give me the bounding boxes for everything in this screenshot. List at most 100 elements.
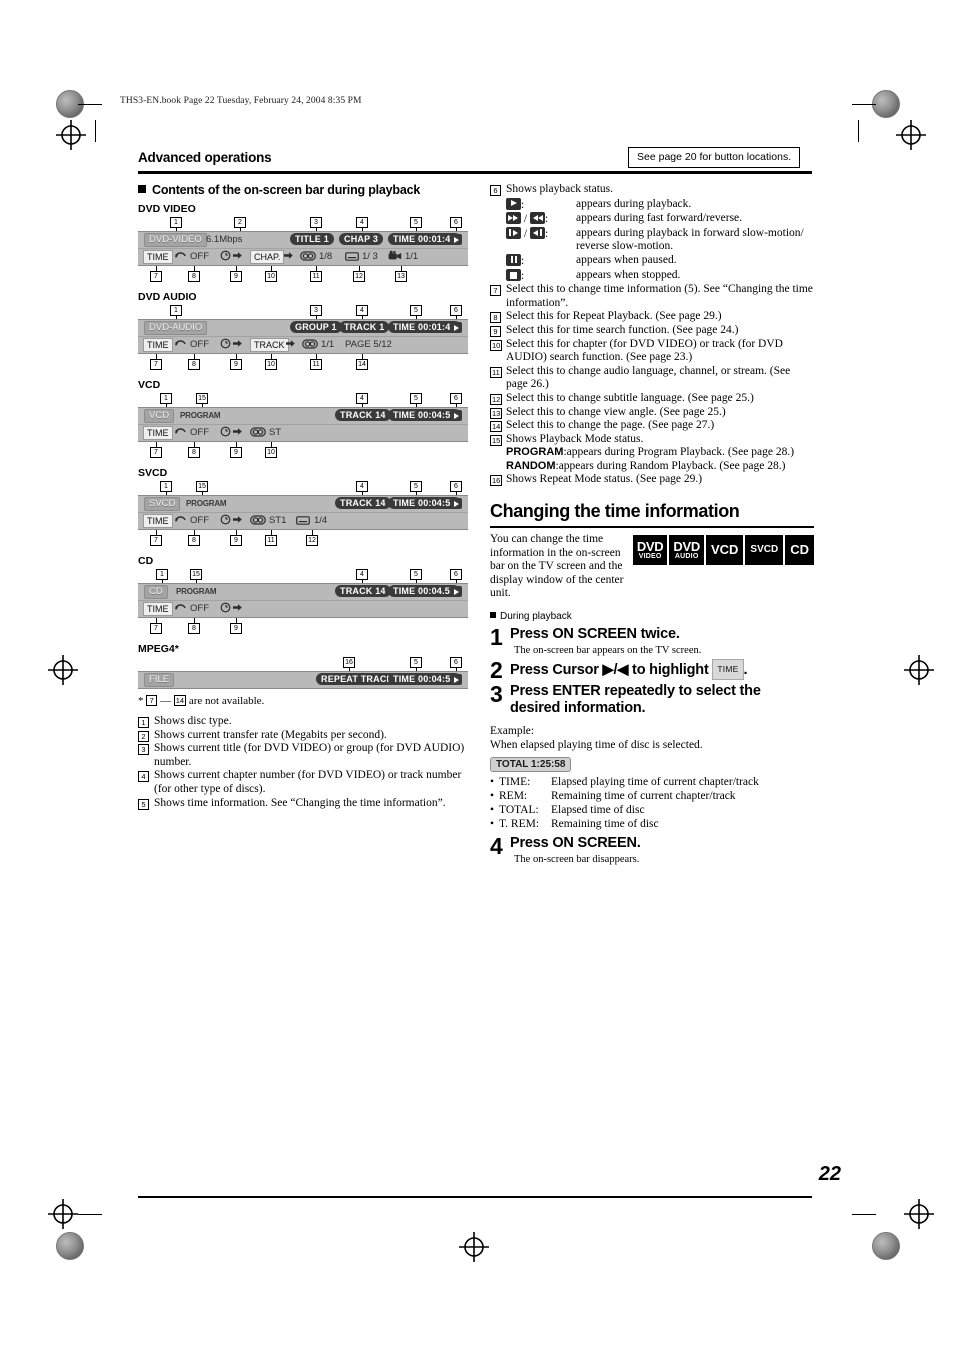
osd-icon-cell[interactable] xyxy=(233,338,242,352)
note-text: Select this to change view angle. (See p… xyxy=(506,405,726,418)
osd-icon-cell[interactable] xyxy=(220,602,231,616)
right-column: 6 Shows playback status. : appears during… xyxy=(490,183,814,866)
osd-icon-cell[interactable] xyxy=(233,514,242,528)
audio-channel-icon xyxy=(250,427,266,437)
step-1: 1 Press ON SCREEN twice. The on-screen b… xyxy=(490,626,814,657)
play-status-icon[interactable] xyxy=(450,322,462,333)
time-definition-list: • TIME: Elapsed playing time of current ch… xyxy=(490,775,814,831)
disc-type-label: DVD AUDIO xyxy=(138,291,197,303)
osd-icon-cell[interactable] xyxy=(250,426,266,440)
callout-8: 8 xyxy=(188,442,200,458)
play-status-icon[interactable] xyxy=(450,410,462,421)
osd-cell-track-1[interactable]: TRACK 1 xyxy=(339,321,390,333)
osd-icon-cell[interactable] xyxy=(250,514,266,528)
playback-status-glyphs: : xyxy=(506,268,576,284)
osd-cell-off: OFF xyxy=(190,515,209,526)
arrow-right-icon xyxy=(233,428,242,435)
osd-icon-cell[interactable] xyxy=(302,338,318,352)
play-status-icon[interactable] xyxy=(450,586,462,597)
osd-icon-cell[interactable] xyxy=(286,338,295,352)
osd-icon-cell[interactable] xyxy=(220,514,231,528)
note-15-mode-lines: PROGRAM:appears during Program Playback.… xyxy=(506,446,814,473)
time-definition-desc: Elapsed time of disc xyxy=(551,804,645,817)
osd-cell-time[interactable]: TIME xyxy=(143,426,173,440)
step-2-title: Press Cursor ▶/◀ to highlight TIME. xyxy=(510,659,814,681)
callout-row-bottom: 7 8 9 10 xyxy=(138,442,468,461)
osd-icon-cell[interactable] xyxy=(300,250,316,264)
osd-cell-6-1mbps: 6.1Mbps xyxy=(206,234,243,245)
osd-cell-track-14[interactable]: TRACK 14 xyxy=(335,497,391,509)
osd-icon-cell[interactable] xyxy=(233,602,242,616)
osd-icon-cell[interactable] xyxy=(220,250,231,264)
osd-icon-cell[interactable] xyxy=(174,514,187,528)
note-item-9: 9 Select this for time search function. (… xyxy=(490,324,814,338)
play-status-icon[interactable] xyxy=(450,498,462,509)
playback-mode-desc: :appears during Random Playback. (See pa… xyxy=(555,459,786,472)
ff-status-icon xyxy=(506,212,521,225)
callout-7: 7 xyxy=(150,354,162,370)
osd-icon-cell[interactable] xyxy=(345,250,359,264)
osd-cell-group-1[interactable]: GROUP 1 xyxy=(290,321,342,333)
osd-cell-time[interactable]: TIME xyxy=(143,602,173,616)
note-text: Select this to change subtitle language.… xyxy=(506,391,754,404)
osd-icon-cell[interactable] xyxy=(174,602,187,616)
step-4-sub: The on-screen bar disappears. xyxy=(514,854,640,866)
step-1-title: Press ON SCREEN twice. xyxy=(510,626,680,643)
osd-cell-off: OFF xyxy=(190,251,209,262)
intro-row: You can change the time information in t… xyxy=(490,533,814,601)
osd-bar-body: FILE REPEAT TRACK TIME 00:04:58 xyxy=(138,671,468,689)
osd-cell-chap-3[interactable]: CHAP 3 xyxy=(339,233,384,245)
play-status-icon[interactable] xyxy=(450,674,462,685)
step-1-number: 1 xyxy=(490,624,503,651)
time-definition-term: T. REM: xyxy=(499,818,540,831)
play-status-icon xyxy=(506,197,521,210)
osd-cell-time[interactable]: TIME xyxy=(143,250,173,264)
callout-row-top: 1 2 3 4 5 6 xyxy=(138,217,468,233)
play-status-icon[interactable] xyxy=(450,234,462,245)
repeat-icon xyxy=(175,516,186,522)
osd-bar-body: VCD PROGRAM TRACK 14 TIME 00:04:58 TIME OFF ST xyxy=(138,407,468,442)
section-heading-label: Contents of the on-screen bar during pla… xyxy=(152,183,421,197)
playback-status-glyphs: / : xyxy=(506,212,576,227)
callout-6: 6 xyxy=(450,569,462,585)
callout-5: 5 xyxy=(410,305,422,321)
osd-icon-cell[interactable] xyxy=(233,426,242,440)
osd-cell-off: OFF xyxy=(190,603,209,614)
osd-icon-cell[interactable] xyxy=(296,514,310,528)
note-text: Shows current transfer rate (Megabits pe… xyxy=(154,728,387,741)
osd-icon-cell[interactable] xyxy=(388,250,402,264)
bullet-icon: • xyxy=(490,790,495,803)
bottom-rule xyxy=(138,1196,812,1198)
callout-1: 1 xyxy=(160,393,172,409)
osd-cell-chap[interactable]: CHAP. xyxy=(250,250,285,264)
osd-cell-time[interactable]: TIME xyxy=(143,514,173,528)
osd-icon-cell[interactable] xyxy=(220,338,231,352)
callout-7: 7 xyxy=(150,530,162,546)
callout-4: 4 xyxy=(356,305,368,321)
subtitle-icon xyxy=(296,516,310,525)
osd-icon-cell[interactable] xyxy=(174,426,187,440)
osd-cell-repeat-track[interactable]: REPEAT TRACK xyxy=(316,673,399,685)
osd-cell-track-14[interactable]: TRACK 14 xyxy=(335,409,391,421)
osd-cell-track[interactable]: TRACK xyxy=(250,338,289,352)
osd-icon-cell[interactable] xyxy=(174,338,187,352)
note-number: 11 xyxy=(490,366,502,378)
slowf-status-icon xyxy=(506,226,521,239)
disc-badge-cd: CD xyxy=(785,535,814,566)
osd-icon-cell[interactable] xyxy=(233,250,242,264)
osd-icon-cell[interactable] xyxy=(220,426,231,440)
osd-icon-cell[interactable] xyxy=(174,250,187,264)
bullet-square-icon xyxy=(138,185,146,193)
osd-icon-cell[interactable] xyxy=(284,250,293,264)
badge-line-2: VIDEO xyxy=(638,552,662,560)
osd-cell-1-3: 1/ 3 xyxy=(362,251,378,262)
callout-8: 8 xyxy=(188,530,200,546)
callout-5: 5 xyxy=(410,481,422,497)
osd-cell-time[interactable]: TIME xyxy=(143,338,173,352)
badge-line-1: DVD xyxy=(636,538,664,554)
osd-cell-title-1[interactable]: TITLE 1 xyxy=(290,233,334,245)
callout-row-bottom: 7 8 9 10 11 14 xyxy=(138,354,468,373)
osd-cell-track-14[interactable]: TRACK 14 xyxy=(335,585,391,597)
total-time-chip: TOTAL 1:25:58 xyxy=(490,757,572,773)
note-text: Select this to change the page. (See pag… xyxy=(506,419,715,432)
